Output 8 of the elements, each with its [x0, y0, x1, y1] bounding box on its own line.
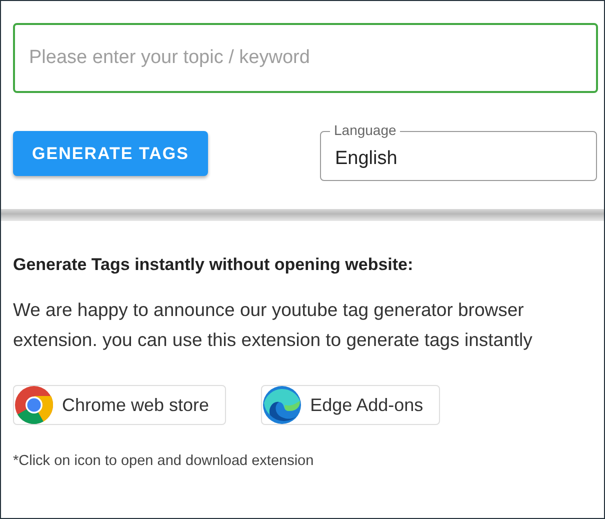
- section-heading: Generate Tags instantly without opening website:: [13, 255, 414, 275]
- description-text: We are happy to announce our youtube tag generator browser extension. you can use this extension to generate tags instantly: [13, 298, 534, 352]
- edge-icon: [262, 385, 302, 425]
- chrome-icon: [14, 385, 54, 425]
- footnote-text: *Click on icon to open and download extension: [13, 453, 315, 469]
- store-button[interactable]: Chrome web store: [13, 385, 226, 425]
- store-button[interactable]: Edge Add-ons: [261, 385, 440, 425]
- keyword-field[interactable]: Please enter your topic / keyword: [13, 23, 598, 93]
